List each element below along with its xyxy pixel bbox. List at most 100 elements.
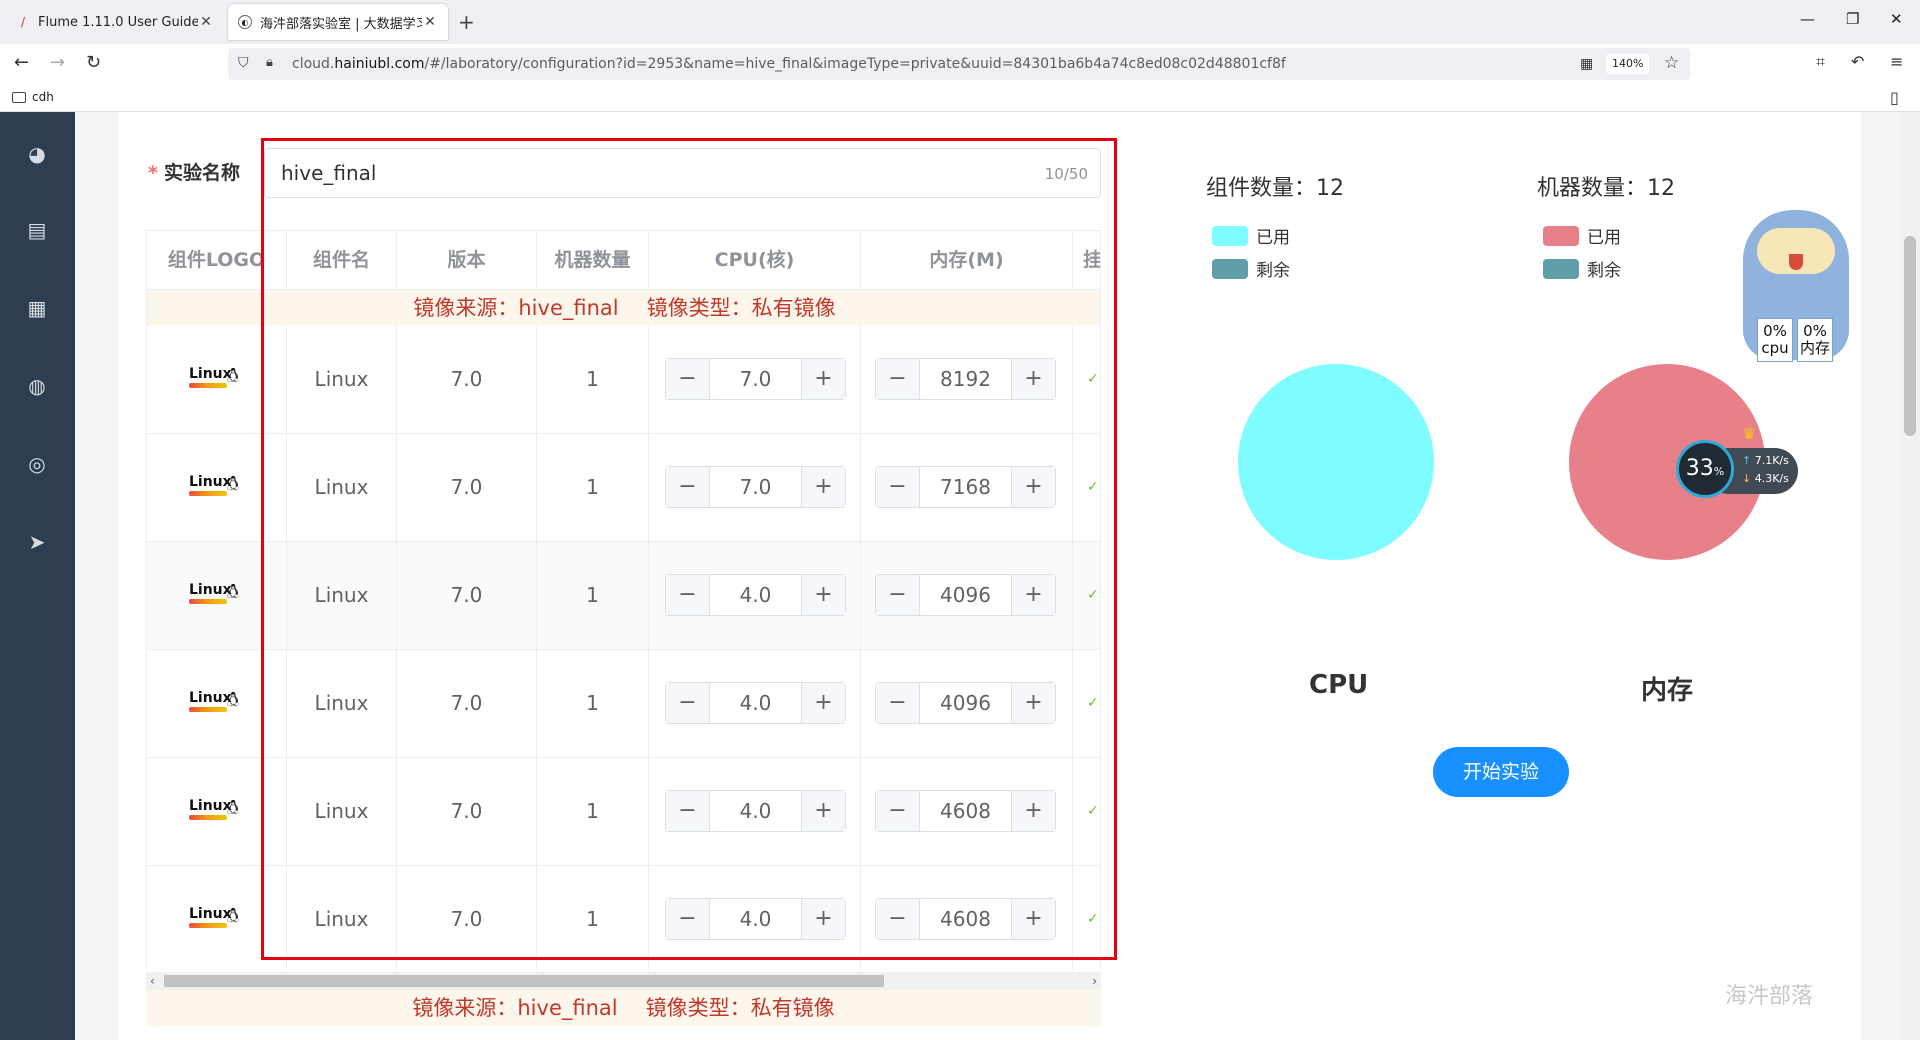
component-name: Linux	[287, 434, 397, 541]
mem-value[interactable]: 4608	[920, 791, 1011, 831]
decrement-button[interactable]: −	[666, 683, 710, 723]
globe-icon[interactable]: ◍	[25, 374, 49, 398]
increment-button[interactable]: +	[801, 791, 845, 831]
decrement-button[interactable]: −	[876, 683, 920, 723]
horizontal-scrollbar[interactable]: ‹ ›	[146, 972, 1101, 990]
tab-hainiu-lab[interactable]: ◐ 海汼部落实验室 | 大数据学习云 ✕	[228, 4, 448, 40]
increment-button[interactable]: +	[801, 575, 845, 615]
url-text[interactable]: cloud.hainiubl.com/#/laboratory/configur…	[292, 56, 1286, 72]
bookmark-star-icon[interactable]: ☆	[1664, 53, 1679, 73]
cpu-stepper[interactable]: −7.0 +	[665, 358, 846, 400]
cpu-value[interactable]: 4.0	[710, 899, 801, 939]
reload-icon[interactable]: ↻	[86, 52, 101, 73]
decrement-button[interactable]: −	[876, 467, 920, 507]
decrement-button[interactable]: −	[876, 359, 920, 399]
increment-button[interactable]: +	[1011, 575, 1055, 615]
mem-legend-remaining[interactable]: 剩余	[1543, 256, 1621, 281]
close-icon[interactable]: ✕	[198, 14, 214, 30]
increment-button[interactable]: +	[801, 683, 845, 723]
mem-value[interactable]: 4096	[920, 683, 1011, 723]
mem-value[interactable]: 4096	[920, 575, 1011, 615]
mem-stepper[interactable]: −4608 +	[875, 898, 1056, 940]
mem-value[interactable]: 7168	[920, 467, 1011, 507]
mem-stepper[interactable]: −4608 +	[875, 790, 1056, 832]
tab-flume-guide[interactable]: / Flume 1.11.0 User Guide — Apa ✕	[6, 4, 224, 40]
legend-swatch	[1212, 225, 1248, 246]
linux-logo: Linux 🐧︎	[189, 580, 245, 610]
address-bar[interactable]: ⛉ 🔒︎ cloud.hainiubl.com/#/laboratory/con…	[228, 48, 1690, 80]
back-icon[interactable]: ←	[14, 52, 29, 73]
bookmark-cdh[interactable]: cdh	[12, 90, 54, 104]
mem-value[interactable]: 8192	[920, 359, 1011, 399]
cpu-value[interactable]: 7.0	[710, 467, 801, 507]
forward-icon[interactable]: →	[50, 52, 65, 73]
apps-grid-icon[interactable]: ▦	[25, 296, 49, 320]
mem-legend-used[interactable]: 已用	[1543, 223, 1621, 248]
hscroll-thumb[interactable]	[164, 975, 884, 987]
decrement-button[interactable]: −	[666, 791, 710, 831]
cpu-value[interactable]: 4.0	[710, 683, 801, 723]
cpu-legend-used[interactable]: 已用	[1212, 223, 1290, 248]
mem-stepper[interactable]: −4096 +	[875, 682, 1056, 724]
decrement-button[interactable]: −	[666, 359, 710, 399]
increment-button[interactable]: +	[1011, 467, 1055, 507]
scroll-left-icon[interactable]: ‹	[150, 972, 155, 990]
decrement-button[interactable]: −	[666, 467, 710, 507]
lock-icon[interactable]: 🔒︎	[266, 55, 273, 70]
close-window-icon[interactable]: ✕	[1890, 10, 1903, 28]
mascot-beak	[1789, 254, 1803, 270]
decrement-button[interactable]: −	[876, 575, 920, 615]
increment-button[interactable]: +	[801, 899, 845, 939]
cpu-stepper[interactable]: −4.0 +	[665, 682, 846, 724]
experiment-name-field[interactable]: 10/50	[264, 148, 1101, 198]
send-icon[interactable]: ➤	[25, 530, 49, 554]
lifebuoy-icon[interactable]: ◎	[25, 452, 49, 476]
new-tab-button[interactable]: +	[458, 10, 475, 34]
increment-button[interactable]: +	[1011, 791, 1055, 831]
experiment-name-input[interactable]	[281, 159, 981, 187]
cpu-stepper[interactable]: −7.0 +	[665, 466, 846, 508]
mem-stepper[interactable]: −8192 +	[875, 358, 1056, 400]
mem-value[interactable]: 4608	[920, 899, 1011, 939]
sidebar-toggle-icon[interactable]: ▯	[1890, 88, 1899, 107]
zoom-level[interactable]: 140%	[1606, 54, 1650, 74]
component-name: Linux	[287, 758, 397, 865]
cpu-stepper[interactable]: −4.0 +	[665, 574, 846, 616]
cpu-legend-remaining[interactable]: 剩余	[1212, 256, 1290, 281]
increment-button[interactable]: +	[1011, 683, 1055, 723]
start-experiment-button[interactable]: 开始实验	[1433, 747, 1569, 797]
network-speed-widget[interactable]: ♛ 33% ↑ 7.1K/s ↓ 4.3K/s	[1676, 424, 1798, 498]
restore-icon[interactable]: ❐	[1846, 10, 1859, 28]
mem-stepper[interactable]: −4096 +	[875, 574, 1056, 616]
cpu-stepper[interactable]: −4.0 +	[665, 790, 846, 832]
decrement-button[interactable]: −	[876, 899, 920, 939]
mascot-mem-box: 0% 内存	[1797, 318, 1833, 362]
close-icon[interactable]: ✕	[422, 14, 438, 30]
mem-stepper[interactable]: −7168 +	[875, 466, 1056, 508]
cpu-stepper[interactable]: −4.0 +	[665, 898, 846, 940]
increment-button[interactable]: +	[801, 359, 845, 399]
screenshot-icon[interactable]: ⌗	[1816, 52, 1825, 72]
minimize-icon[interactable]: —	[1800, 10, 1815, 28]
scroll-right-icon[interactable]: ›	[1092, 972, 1097, 990]
document-icon[interactable]: ▤	[25, 218, 49, 242]
qr-code-icon[interactable]: ▦	[1580, 56, 1593, 72]
decrement-button[interactable]: −	[666, 899, 710, 939]
increment-button[interactable]: +	[1011, 359, 1055, 399]
increment-button[interactable]: +	[1011, 899, 1055, 939]
increment-button[interactable]: +	[801, 467, 845, 507]
cpu-value[interactable]: 7.0	[710, 359, 801, 399]
cpu-value[interactable]: 4.0	[710, 791, 801, 831]
decrement-button[interactable]: −	[876, 791, 920, 831]
header-name: 组件名	[287, 231, 397, 290]
undo-icon[interactable]: ↶	[1851, 52, 1864, 71]
vertical-scrollbar[interactable]	[1900, 112, 1920, 1040]
decrement-button[interactable]: −	[666, 575, 710, 615]
mascot-widget[interactable]: 0% cpu 0% 内存	[1735, 190, 1857, 365]
scroll-thumb[interactable]	[1904, 236, 1916, 436]
menu-icon[interactable]: ≡	[1890, 52, 1903, 71]
component-version: 7.0	[397, 326, 537, 433]
dashboard-icon[interactable]: ◕	[25, 142, 49, 166]
shield-icon[interactable]: ⛉	[238, 55, 249, 71]
cpu-value[interactable]: 4.0	[710, 575, 801, 615]
